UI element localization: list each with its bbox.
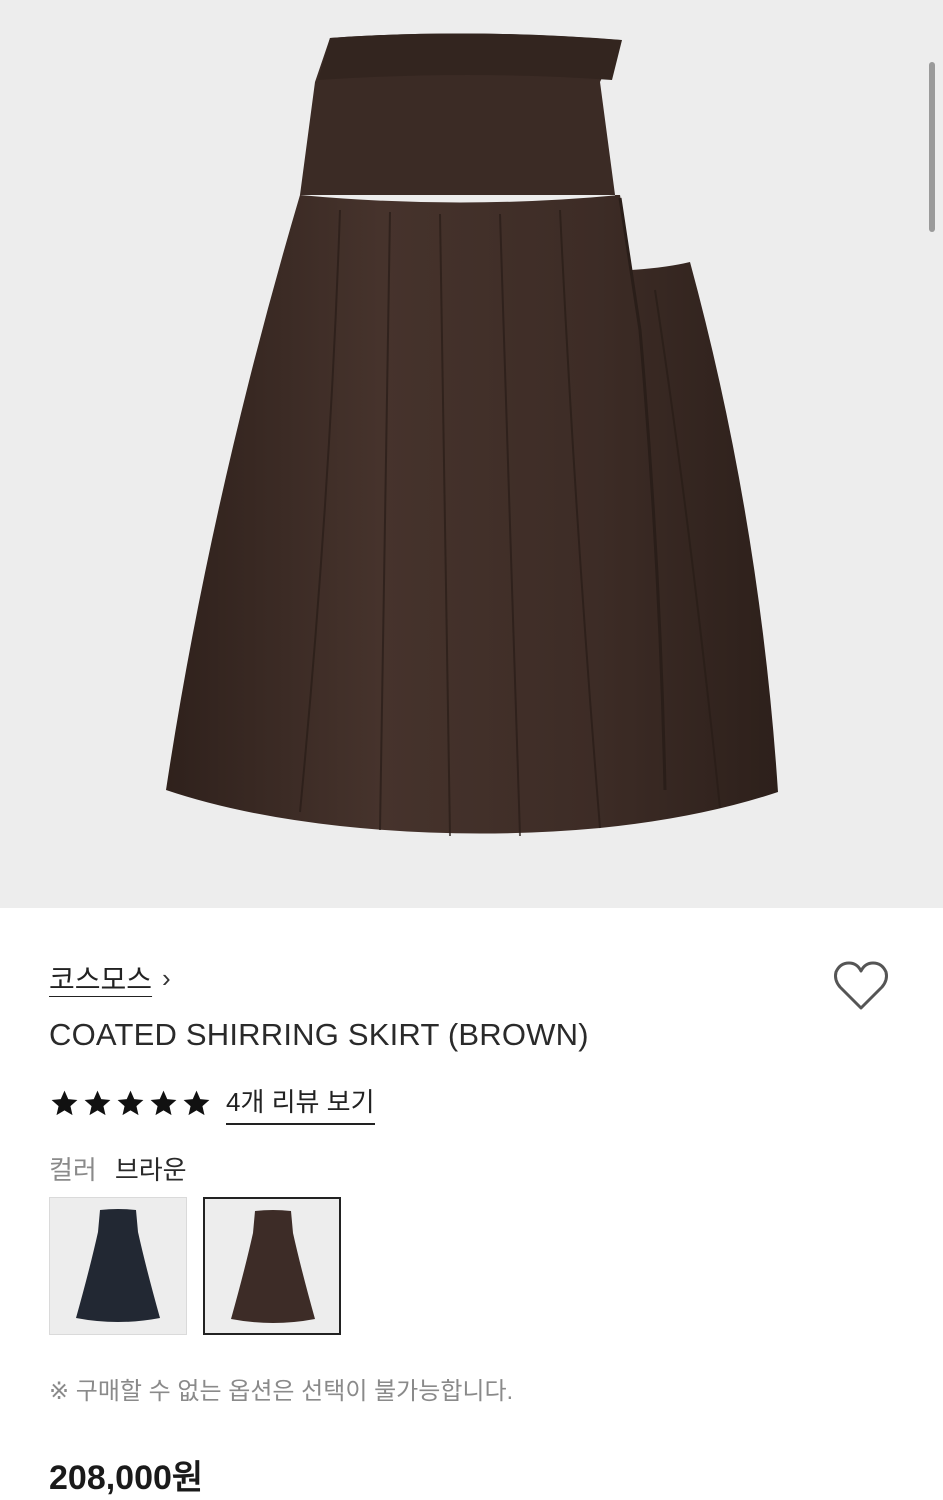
star-rating	[49, 1088, 212, 1119]
skirt-illustration	[166, 33, 778, 837]
skirt-thumbnail	[76, 1209, 160, 1322]
chevron-right-icon: ›	[162, 962, 171, 993]
star-icon	[150, 1090, 177, 1116]
product-image[interactable]	[0, 0, 943, 908]
color-option-row: 컬러 브라운	[49, 1150, 187, 1187]
color-swatches	[49, 1197, 341, 1335]
option-label: 컬러	[49, 1155, 97, 1185]
option-value: 브라운	[114, 1155, 187, 1185]
color-swatch[interactable]	[49, 1197, 187, 1335]
brand-name[interactable]: 코스모스	[49, 958, 152, 998]
star-icon	[117, 1090, 144, 1116]
star-icon	[183, 1090, 210, 1116]
skirt-thumbnail	[231, 1210, 315, 1323]
star-icon	[84, 1090, 111, 1116]
rating-row: 4개 리뷰 보기	[49, 1082, 375, 1125]
star-icon	[51, 1090, 78, 1116]
scrollbar[interactable]	[929, 62, 935, 232]
review-link[interactable]: 4개 리뷰 보기	[226, 1082, 375, 1125]
price: 208,000원	[49, 1459, 204, 1497]
option-notice: ※ 구매할 수 없는 옵션은 선택이 불가능합니다.	[49, 1378, 514, 1405]
product-title: COATED SHIRRING SKIRT (BROWN)	[49, 1017, 589, 1052]
brand-link[interactable]: 코스모스 ›	[49, 958, 171, 998]
color-swatch[interactable]	[203, 1197, 341, 1335]
heart-icon[interactable]	[832, 958, 890, 1014]
